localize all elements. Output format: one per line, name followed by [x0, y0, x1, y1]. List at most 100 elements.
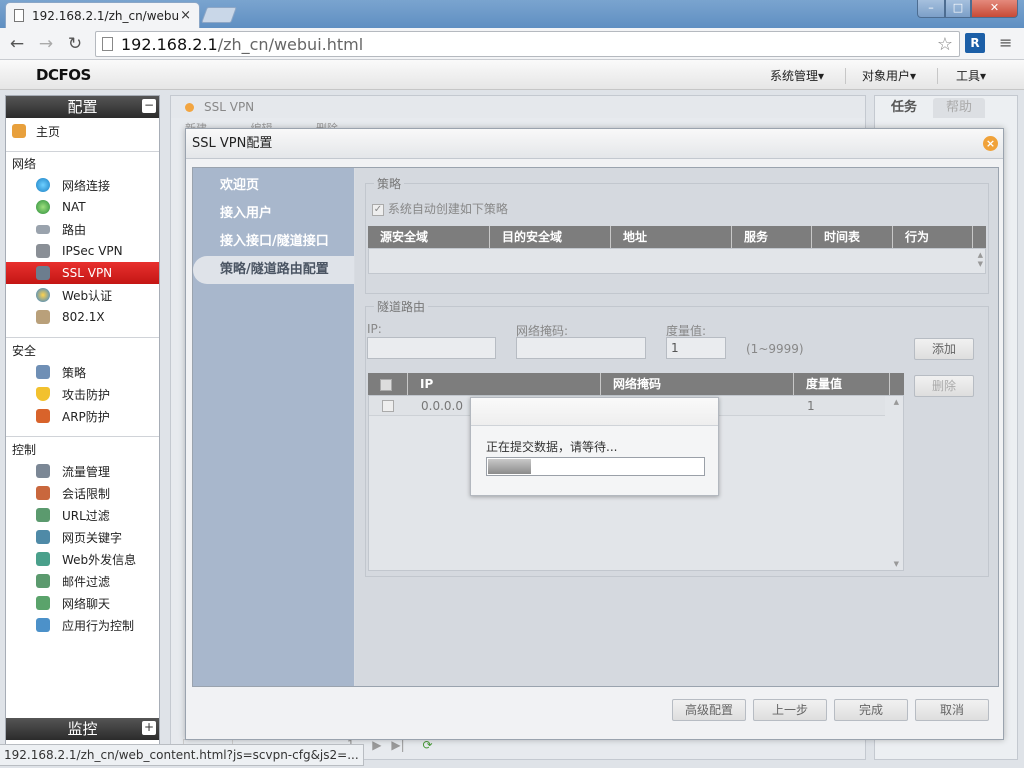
last-page-icon[interactable]: ▶| [391, 738, 404, 752]
sidebar-item-network-connection[interactable]: 网络连接 [6, 174, 159, 196]
cancel-button[interactable]: 取消 [915, 699, 989, 721]
col-dst-zone[interactable]: 目的安全域 [490, 226, 611, 248]
mask-input[interactable] [516, 337, 646, 359]
web-keyword-icon [36, 530, 50, 544]
sidebar-item-network-chat[interactable]: 网络聊天 [6, 592, 159, 614]
forward-icon[interactable]: → [35, 33, 57, 55]
wizard-step-policy-routing[interactable]: 策略/隧道路由配置 [193, 256, 354, 284]
next-page-icon[interactable]: ▶ [372, 738, 381, 752]
sidebar-group-label: 网络 [12, 156, 37, 171]
content-tab[interactable]: SSL VPN [171, 96, 865, 118]
advanced-config-button[interactable]: 高级配置 [672, 699, 746, 721]
tab-help[interactable]: 帮助 [933, 98, 985, 118]
col-action[interactable]: 行为 [893, 226, 973, 248]
auto-create-checkbox[interactable]: ✓ [372, 203, 384, 216]
tab-title: 192.168.2.1/zh_cn/webu [32, 8, 180, 23]
menu-system-management[interactable]: 系统管理▾ [770, 67, 824, 84]
back-icon[interactable]: ← [6, 33, 28, 55]
nat-icon [36, 200, 50, 214]
collapse-icon[interactable]: − [142, 99, 156, 113]
wizard-step-welcome[interactable]: 欢迎页 [193, 172, 354, 200]
expand-icon[interactable]: + [142, 721, 156, 735]
col-ip[interactable]: IP [408, 373, 601, 395]
sidebar-item-mail-filter[interactable]: 邮件过滤 [6, 570, 159, 592]
browser-menu-icon[interactable]: ≡ [999, 33, 1012, 52]
finish-button[interactable]: 完成 [834, 699, 908, 721]
tab-tasks[interactable]: 任务 [879, 98, 929, 118]
sidebar-item-8021x[interactable]: 802.1X [6, 306, 159, 328]
row-checkbox[interactable] [382, 400, 394, 412]
tab-close-button[interactable]: × [180, 8, 191, 23]
globe-icon [36, 178, 50, 192]
close-window-button[interactable]: ✕ [971, 0, 1018, 18]
wizard-step-interfaces[interactable]: 接入接口/隧道接口 [193, 228, 354, 256]
new-tab-button[interactable] [201, 7, 237, 23]
sidebar-item-arp-defense[interactable]: ARP防护 [6, 405, 159, 427]
sidebar-item-attack-defense[interactable]: 攻击防护 [6, 383, 159, 405]
sidebar-item-nat[interactable]: NAT [6, 196, 159, 218]
policy-legend: 策略 [374, 175, 405, 192]
scroll-down-icon[interactable]: ▼ [894, 560, 899, 568]
menu-tools[interactable]: 工具▾ [956, 67, 986, 84]
ip-input[interactable] [367, 337, 496, 359]
reload-icon[interactable]: ↻ [64, 33, 86, 55]
status-bar-url: 192.168.2.1/zh_cn/web_content.html?js=sc… [0, 744, 364, 766]
col-select [368, 373, 408, 395]
browser-toolbar: ← → ↻ 192.168.2.1/zh_cn/webui.html ☆ R ≡ [0, 28, 1024, 60]
metric-input[interactable]: 1 [666, 337, 726, 359]
row-ip: 0.0.0.0 [421, 399, 463, 413]
refresh-icon[interactable]: ⟳ [422, 738, 432, 752]
policy-grid-header: 源安全域 目的安全域 地址 服务 时间表 行为 [368, 226, 986, 248]
bookmark-star-icon[interactable]: ☆ [937, 34, 953, 55]
sidebar-item-web-outbound[interactable]: Web外发信息 [6, 548, 159, 570]
sidebar-item-web-keyword[interactable]: 网页关键字 [6, 526, 159, 548]
select-all-checkbox[interactable] [380, 378, 392, 391]
sidebar-item-label: 攻击防护 [62, 387, 111, 402]
sidebar-header-title: 配置 [67, 98, 98, 116]
sidebar-item-web-auth[interactable]: Web认证 [6, 284, 159, 306]
close-icon[interactable]: × [983, 136, 998, 151]
menu-separator [845, 68, 846, 84]
col-schedule[interactable]: 时间表 [812, 226, 893, 248]
sidebar-footer-monitor[interactable]: 监控 + [6, 718, 159, 740]
sidebar-footer-title: 监控 [67, 720, 98, 738]
mail-filter-icon [36, 574, 50, 588]
extension-icon[interactable]: R [965, 33, 985, 53]
sidebar-item-traffic-management[interactable]: 流量管理 [6, 460, 159, 482]
sidebar-item-session-limit[interactable]: 会话限制 [6, 482, 159, 504]
sidebar-header[interactable]: 配置 − [6, 96, 159, 118]
sidebar-item-home[interactable]: 主页 [6, 120, 159, 142]
col-service[interactable]: 服务 [732, 226, 812, 248]
policy-grid-body: ▲ ▼ [368, 248, 986, 274]
maximize-button[interactable]: □ [945, 0, 971, 18]
sidebar-group-control: 控制 [6, 438, 159, 460]
scroll-up-icon[interactable]: ▲ [894, 398, 899, 406]
col-mask[interactable]: 网络掩码 [601, 373, 794, 395]
app-header: DCFOS 系统管理▾ 对象用户▾ 工具▾ [0, 60, 1024, 90]
sidebar-item-app-behavior[interactable]: 应用行为控制 [6, 614, 159, 636]
browser-tab[interactable]: 192.168.2.1/zh_cn/webu × [5, 2, 200, 28]
policy-grid-scrollbar[interactable]: ▲ ▼ [978, 251, 983, 269]
page-icon [102, 37, 113, 51]
sidebar-item-routing[interactable]: 路由 [6, 218, 159, 240]
traffic-icon [36, 464, 50, 478]
col-metric[interactable]: 度量值 [794, 373, 890, 395]
sidebar-item-url-filter[interactable]: URL过滤 [6, 504, 159, 526]
app-logo: DCFOS [36, 66, 91, 84]
wizard-step-access-users[interactable]: 接入用户 [193, 200, 354, 228]
col-address[interactable]: 地址 [611, 226, 732, 248]
progress-dialog-titlebar [471, 398, 718, 426]
sidebar-divider [6, 337, 159, 338]
sidebar-item-policy[interactable]: 策略 [6, 361, 159, 383]
col-src-zone[interactable]: 源安全域 [368, 226, 490, 248]
prev-button[interactable]: 上一步 [753, 699, 827, 721]
arp-icon [36, 409, 50, 423]
sidebar-item-ipsec-vpn[interactable]: IPSec VPN [6, 240, 159, 262]
delete-route-button[interactable]: 删除 [914, 375, 974, 397]
auto-create-policy[interactable]: ✓ 系统自动创建如下策略 [372, 200, 508, 217]
menu-object-user[interactable]: 对象用户▾ [862, 67, 916, 84]
add-button[interactable]: 添加 [914, 338, 974, 360]
minimize-button[interactable]: – [917, 0, 945, 18]
address-bar[interactable]: 192.168.2.1/zh_cn/webui.html ☆ [95, 31, 960, 57]
sidebar-item-ssl-vpn[interactable]: SSL VPN [6, 262, 159, 284]
